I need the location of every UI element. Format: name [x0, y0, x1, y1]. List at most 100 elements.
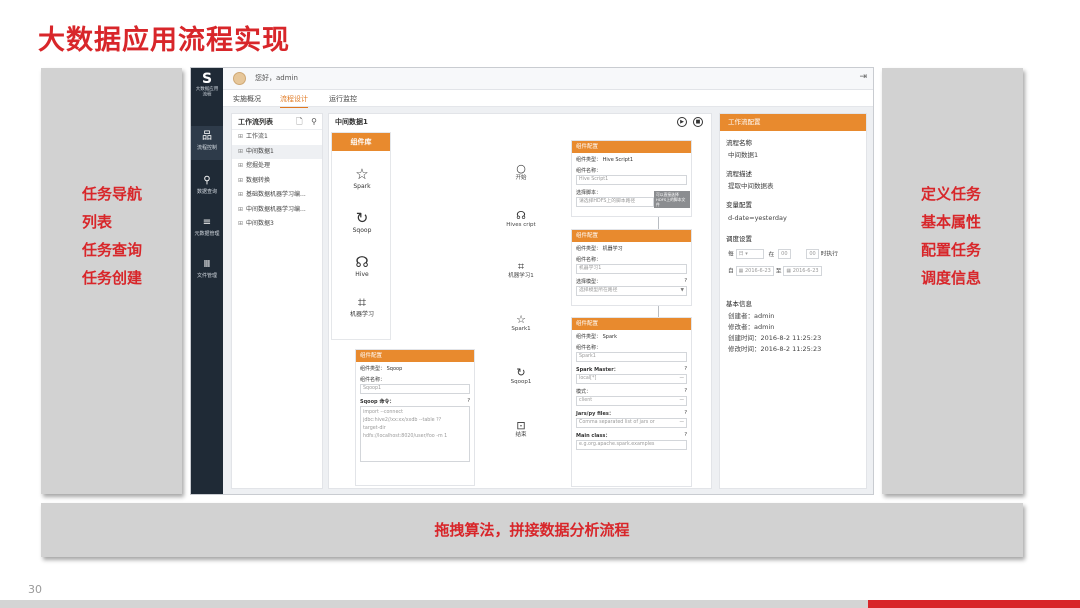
search-icon[interactable]: ⚲	[311, 117, 317, 126]
nav-item-label: 元数据管理	[194, 231, 220, 237]
help-icon[interactable]: ?	[684, 278, 687, 284]
command-line: jdbc:hive2//xx:xx/xxdb --table ??	[363, 418, 442, 423]
config-label: 组件类型：	[576, 157, 602, 163]
canvas-title: 中间数据1	[335, 118, 368, 126]
library-item-spark[interactable]: ☆ Spark	[332, 165, 392, 191]
help-icon[interactable]: ?	[467, 398, 470, 404]
config-type-row: 组件类型： 机器学习	[572, 242, 691, 253]
run-icon[interactable]: ▶	[677, 117, 687, 127]
new-file-icon[interactable]: 🗋	[296, 117, 302, 126]
hive-icon: ☊	[355, 253, 369, 271]
workflow-icon: ⊞	[238, 176, 244, 184]
component-library: 组件库 ☆ Spark ↻ Sqoop ☊ Hive ⌗ 机器学习	[331, 132, 391, 340]
nav-item-flow-control[interactable]: 品 流程控制	[191, 126, 223, 160]
help-icon[interactable]: ?	[684, 432, 687, 438]
circle-icon: ○	[500, 162, 542, 175]
flow-name-label: 流程名称	[726, 139, 752, 147]
flow-node-end[interactable]: ⊡ 结束	[500, 419, 542, 439]
modified-time-text: 修改时间：2016-8-2 11:25:23	[728, 345, 822, 353]
hour-input[interactable]: 00	[778, 249, 791, 259]
main-class-label: Main class：?	[572, 429, 691, 440]
flow-node-start[interactable]: ○ 开始	[500, 162, 542, 182]
logout-icon[interactable]: ⇥	[859, 72, 867, 82]
command-line: import --connect	[363, 410, 403, 415]
flow-canvas: 中间数据1 ▶ ■ 组件库 ☆ Spark ↻ Sqoop ☊ Hive ⌗ 机…	[328, 113, 712, 489]
workflow-list-item[interactable]: ⊞ 挖掘处理	[232, 159, 322, 174]
library-item-label: Sqoop	[352, 227, 372, 234]
schedule-label: 调度设置	[726, 235, 752, 243]
workflow-config-header: 工作流配置	[720, 114, 866, 131]
tab-overview[interactable]: 实施概况	[233, 94, 261, 107]
flow-node-label: 机器学习1	[508, 273, 534, 279]
workflow-list-item[interactable]: ⊞ 中间数据机器学习编...	[232, 203, 322, 218]
mode-select[interactable]: client —	[576, 396, 687, 406]
workflow-item-label: 中间数据1	[246, 147, 274, 155]
workflow-list-item[interactable]: ⊞ 工作流1	[232, 130, 322, 145]
workflow-icon: ⊞	[238, 191, 244, 198]
start-date-input[interactable]: ▦ 2016-6-23	[735, 265, 774, 276]
variable-config-value[interactable]: d-date=yesterday	[720, 214, 866, 223]
workflow-list-item[interactable]: ⊞ 中间数据1	[232, 144, 322, 159]
end-date-input[interactable]: ▦ 2016-6-23	[783, 265, 822, 276]
config-header: 组件配置	[572, 141, 691, 153]
main-class-input[interactable]: e.g.org.apache.spark.examples	[576, 440, 687, 450]
slide: 大数据应用流程实现 任务导航 列表 任务查询 任务创建 定义任务 基本属性 配置…	[0, 0, 1080, 608]
library-item-ml[interactable]: ⌗ 机器学习	[332, 293, 392, 319]
select-value: 日	[738, 251, 744, 257]
footer-accent-bar	[868, 600, 1080, 608]
flow-node-hive-script[interactable]: ☊ Hives cript	[500, 209, 542, 229]
flow-node-spark[interactable]: ☆ Spark1	[500, 313, 542, 333]
user-greeting: 您好，admin	[255, 74, 298, 82]
stop-icon[interactable]: ■	[693, 117, 703, 127]
model-select[interactable]: 选择模型所在路径 ▼	[576, 286, 687, 296]
flow-name-value[interactable]: 中间数据1	[720, 151, 866, 160]
bottom-annotation-panel: 拖拽算法，拼接数据分析流程	[41, 503, 1023, 557]
logo-text: 大数据应用流程	[195, 86, 219, 98]
variable-config-label: 变量配置	[726, 201, 752, 209]
workflow-list-item[interactable]: ⊞ 基础数据机器学习编...	[232, 188, 322, 203]
flow-node-sqoop[interactable]: ↻ Sqoop1	[500, 366, 542, 386]
nav-item-label: 流程控制	[196, 145, 217, 151]
nav-item-files[interactable]: Ⅲ 文件管理	[191, 254, 223, 288]
jars-input[interactable]: Comma separated list of jars or —	[576, 418, 687, 428]
help-icon[interactable]: ?	[684, 388, 687, 394]
sqoop-command-textarea[interactable]: import --connect jdbc:hive2//xx:xx/xxdb …	[360, 406, 470, 462]
spark-config-panel: 组件配置 组件类型： Spark 组件名称： Spark1 Spark Mast…	[571, 317, 692, 487]
nav-item-label: 文件管理	[196, 273, 217, 279]
help-icon[interactable]: ?	[684, 366, 687, 372]
schedule-row: 每 日 ▾ 在 00 00 时执行	[720, 249, 866, 260]
flow-desc-label: 流程描述	[726, 170, 752, 178]
library-item-sqoop[interactable]: ↻ Sqoop	[332, 209, 392, 235]
flow-desc-value[interactable]: 提取中间数据表	[720, 182, 866, 191]
help-icon[interactable]: ?	[684, 410, 687, 416]
config-value: Hive Script1	[602, 157, 634, 163]
config-label: 组件类型：	[360, 366, 386, 372]
avatar[interactable]	[233, 72, 246, 85]
period-select[interactable]: 日 ▾	[735, 249, 764, 259]
right-annotation-line: 配置任务	[921, 241, 982, 259]
nav-item-metadata[interactable]: ≡ 元数据管理	[191, 212, 223, 246]
tab-run-monitor[interactable]: 运行监控	[329, 94, 357, 107]
config-header: 组件配置	[356, 350, 474, 362]
spark-master-select[interactable]: local[*] —	[576, 374, 687, 384]
component-name-input[interactable]: Sqoop1	[360, 384, 470, 394]
nav-item-data-query[interactable]: ⚲ 数据查询	[191, 170, 223, 204]
canvas-header: 中间数据1 ▶ ■	[329, 114, 711, 130]
workflow-list-item[interactable]: ⊞ 中间数据3	[232, 217, 322, 232]
component-name-input[interactable]: Spark1	[576, 352, 687, 362]
component-name-input[interactable]: 机器学习1	[576, 264, 687, 274]
date-value: 2016-6-23	[792, 267, 819, 274]
flow-node-ml[interactable]: ⌗ 机器学习1	[500, 260, 542, 280]
workflow-item-label: 基础数据机器学习编...	[246, 191, 306, 198]
script-path-input[interactable]: 请选择HDFS上的脚本路径	[576, 197, 654, 207]
basic-info-label: 基本信息	[726, 300, 752, 308]
nav-item-label: 数据查询	[196, 189, 217, 195]
schedule-text: 至	[775, 268, 782, 274]
ml-config-panel: 组件配置 组件类型： 机器学习 组件名称： 机器学习1 选择模型：? 选择模型所…	[571, 229, 692, 306]
component-name-input[interactable]: Hive Script1	[576, 175, 687, 185]
workflow-list-item[interactable]: ⊞ 数据转换	[232, 174, 322, 189]
minute-input[interactable]: 00	[806, 249, 819, 259]
tab-flow-design[interactable]: 流程设计	[280, 94, 308, 108]
library-item-hive[interactable]: ☊ Hive	[332, 253, 392, 279]
slide-title: 大数据应用流程实现	[38, 25, 290, 56]
